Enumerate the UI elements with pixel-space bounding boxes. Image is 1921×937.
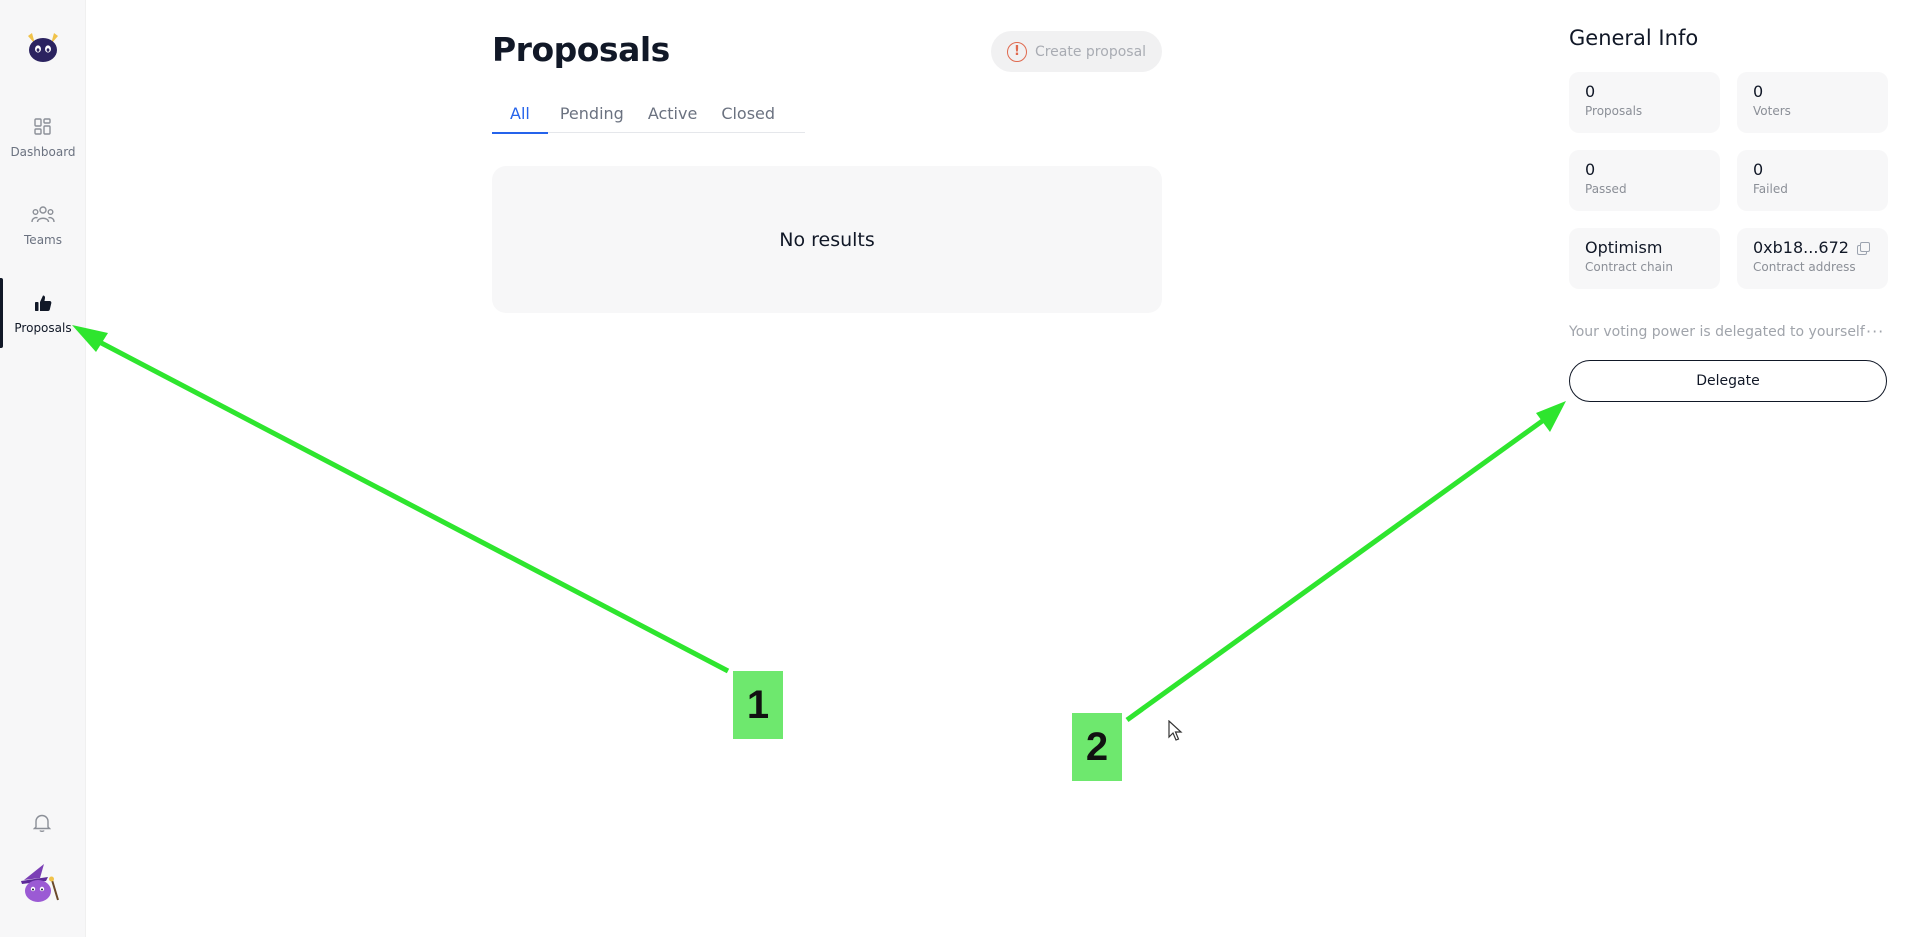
sidebar-item-label: Teams (24, 233, 62, 247)
empty-state-text: No results (779, 228, 875, 251)
people-icon (31, 203, 55, 227)
tab-all[interactable]: All (492, 100, 548, 134)
stat-label: Contract address (1753, 260, 1856, 274)
annotation-arrow-2 (1125, 411, 1554, 723)
mouse-cursor-icon (1168, 719, 1184, 746)
stat-value-row: 0xb18...672 (1753, 239, 1872, 257)
stat-label: Contract chain (1585, 260, 1673, 274)
app-logo[interactable] (24, 30, 62, 66)
stat-value: 0 (1585, 160, 1596, 179)
stat-label: Proposals (1585, 104, 1643, 118)
proposal-tabs: All Pending Active Closed (492, 100, 805, 134)
sidebar-item-label: Dashboard (10, 145, 76, 159)
annotation-marker-2: 2 (1072, 713, 1122, 781)
more-options-icon[interactable]: ··· (1866, 322, 1884, 341)
stat-label: Failed (1753, 182, 1788, 196)
sidebar-item-teams[interactable]: Teams (0, 190, 86, 260)
delegate-button[interactable]: Delegate (1569, 360, 1887, 402)
annotation-arrow-1 (86, 333, 730, 674)
stat-card-contract-chain: Optimism Contract chain (1569, 228, 1720, 289)
stat-card-passed: 0 Passed (1569, 150, 1720, 211)
proposals-list-empty: No results (492, 166, 1162, 313)
stat-label: Voters (1753, 104, 1791, 118)
tab-pending[interactable]: Pending (548, 100, 636, 133)
annotation-arrowhead-2 (1536, 401, 1566, 432)
stat-card-voters: 0 Voters (1737, 72, 1888, 133)
general-info-title: General Info (1569, 26, 1699, 50)
contract-address-value: 0xb18...672 (1753, 238, 1849, 257)
grid-icon (31, 115, 55, 139)
stat-card-failed: 0 Failed (1737, 150, 1888, 211)
page-title: Proposals (492, 30, 670, 69)
stat-card-proposals: 0 Proposals (1569, 72, 1720, 133)
notifications-bell-icon[interactable] (30, 811, 54, 835)
sidebar: Dashboard Teams Proposals (0, 0, 86, 937)
stat-card-contract-address: 0xb18...672 Contract address (1737, 228, 1888, 289)
sidebar-item-proposals[interactable]: Proposals (0, 278, 86, 348)
stat-label: Passed (1585, 182, 1627, 196)
sidebar-item-label: Proposals (14, 321, 72, 335)
stat-value: Optimism (1585, 238, 1663, 257)
annotation-arrows (72, 325, 1566, 723)
stat-value: 0 (1753, 82, 1764, 101)
tab-active[interactable]: Active (636, 100, 710, 133)
user-avatar[interactable] (18, 862, 64, 904)
annotation-marker-1: 1 (733, 671, 783, 739)
sidebar-item-dashboard[interactable]: Dashboard (0, 102, 86, 172)
create-proposal-button[interactable]: ! Create proposal (991, 31, 1162, 72)
warning-icon: ! (1006, 41, 1027, 62)
voting-power-status: Your voting power is delegated to yourse… (1569, 324, 1865, 340)
create-proposal-label: Create proposal (1034, 43, 1147, 60)
thumbs-up-icon (31, 291, 55, 315)
stat-value: 0 (1585, 82, 1596, 101)
stat-value: 0 (1753, 160, 1764, 179)
tab-closed[interactable]: Closed (709, 100, 787, 133)
copy-icon[interactable] (1856, 242, 1870, 255)
